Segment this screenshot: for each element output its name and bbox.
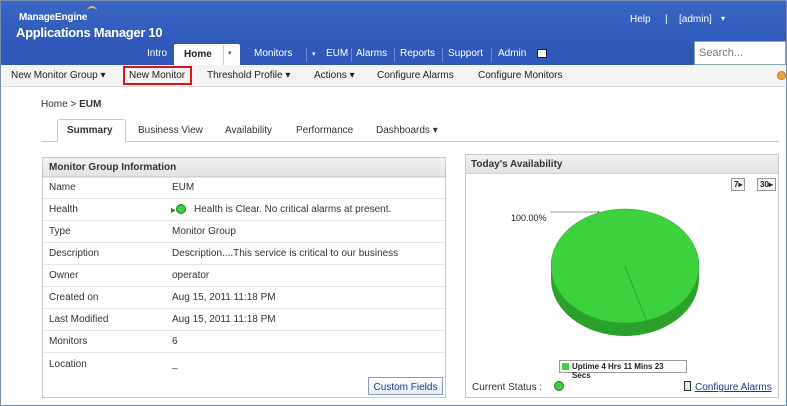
tab-divider bbox=[491, 48, 492, 62]
row-divider bbox=[43, 177, 445, 178]
tab-home-label[interactable]: Home bbox=[184, 49, 212, 60]
tab-divider bbox=[394, 48, 395, 62]
tab-divider bbox=[351, 48, 352, 62]
health-clear-icon bbox=[176, 204, 186, 214]
tab-business-view[interactable]: Business View bbox=[138, 125, 203, 136]
tab-performance[interactable]: Performance bbox=[296, 125, 353, 136]
header-divider: | bbox=[665, 14, 668, 25]
tab-eum[interactable]: EUM bbox=[326, 48, 348, 59]
field-value: Aug 15, 2011 11:18 PM bbox=[172, 292, 276, 303]
field-value: Aug 15, 2011 11:18 PM bbox=[172, 314, 276, 325]
field-value: EUM bbox=[172, 182, 195, 193]
tab-availability[interactable]: Availability bbox=[225, 125, 272, 136]
chevron-down-icon[interactable]: ▾ bbox=[721, 14, 725, 23]
user-menu[interactable]: [admin] bbox=[679, 14, 712, 25]
field-label: Name bbox=[49, 182, 76, 193]
tab-intro[interactable]: Intro bbox=[147, 48, 167, 59]
row-divider bbox=[43, 286, 445, 287]
tab-summary-label[interactable]: Summary bbox=[67, 125, 113, 136]
row-divider bbox=[43, 220, 445, 221]
custom-fields-button[interactable]: Custom Fields bbox=[368, 377, 443, 395]
period-7-label: 7 bbox=[734, 180, 739, 189]
pie-slices bbox=[550, 208, 700, 336]
alarm-config-icon[interactable] bbox=[684, 381, 691, 391]
row-divider bbox=[43, 198, 445, 199]
tab-divider bbox=[442, 48, 443, 62]
field-value: operator bbox=[172, 270, 210, 281]
tab-divider bbox=[306, 48, 307, 62]
logo-mark bbox=[87, 6, 97, 14]
new-monitor-group-menu[interactable]: New Monitor Group ▾ bbox=[11, 70, 106, 81]
search-input[interactable] bbox=[694, 41, 786, 65]
row-divider bbox=[43, 308, 445, 309]
field-label: Health bbox=[49, 204, 78, 215]
tab-admin[interactable]: Admin bbox=[498, 48, 526, 59]
breadcrumb-separator: > bbox=[70, 99, 77, 110]
row-divider bbox=[43, 352, 445, 353]
current-status-label: Current Status : bbox=[472, 382, 543, 393]
period-30-days-button[interactable]: 30▸ bbox=[757, 178, 776, 191]
status-icon[interactable] bbox=[777, 71, 786, 80]
field-label: Type bbox=[49, 226, 71, 237]
breadcrumb-home[interactable]: Home bbox=[41, 99, 68, 110]
field-value: 6 bbox=[172, 336, 178, 347]
status-up-icon bbox=[554, 381, 564, 391]
period-7-days-button[interactable]: 7▸ bbox=[731, 178, 746, 191]
field-label: Location bbox=[49, 359, 87, 370]
field-label: Monitors bbox=[49, 336, 88, 347]
help-link[interactable]: Help bbox=[630, 14, 651, 25]
configure-monitors-button[interactable]: Configure Monitors bbox=[478, 70, 562, 81]
monitor-group-panel bbox=[42, 157, 446, 398]
tab-dashboards[interactable]: Dashboards ▾ bbox=[376, 125, 438, 136]
configure-alarms-link[interactable]: Configure Alarms bbox=[695, 382, 772, 393]
breadcrumb-current: EUM bbox=[79, 99, 102, 110]
pie-data-label: 100.00% bbox=[511, 213, 547, 223]
field-label: Owner bbox=[49, 270, 79, 281]
panel-title: Monitor Group Information bbox=[49, 162, 177, 173]
chevron-down-icon[interactable]: ▾ bbox=[228, 49, 232, 57]
tab-monitors[interactable]: Monitors bbox=[254, 48, 292, 59]
row-divider bbox=[43, 330, 445, 331]
row-divider bbox=[43, 264, 445, 265]
breadcrumb: Home > EUM bbox=[41, 99, 101, 110]
logo-product: Applications Manager 10 bbox=[16, 25, 163, 40]
threshold-profile-menu[interactable]: Threshold Profile ▾ bbox=[207, 70, 290, 81]
configure-alarms-button[interactable]: Configure Alarms bbox=[377, 70, 454, 81]
chart-legend: Uptime 4 Hrs 11 Mins 23 Secs bbox=[559, 360, 687, 380]
field-value: _ bbox=[172, 359, 178, 370]
field-label: Created on bbox=[49, 292, 99, 303]
actions-menu[interactable]: Actions ▾ bbox=[314, 70, 355, 81]
field-value: Health is Clear. No critical alarms at p… bbox=[194, 204, 392, 215]
tab-divider bbox=[223, 45, 224, 65]
arrow-right-icon bbox=[171, 208, 175, 213]
row-divider bbox=[43, 242, 445, 243]
field-label: Last Modified bbox=[49, 314, 109, 325]
panel-title: Today's Availability bbox=[471, 159, 563, 170]
field-label: Description bbox=[49, 248, 100, 259]
tab-alarms[interactable]: Alarms bbox=[356, 48, 387, 59]
new-monitor-button[interactable]: New Monitor bbox=[129, 70, 185, 81]
period-30-label: 30 bbox=[760, 180, 769, 189]
tab-strip-line bbox=[41, 141, 779, 142]
tab-support[interactable]: Support bbox=[448, 48, 483, 59]
print-icon[interactable] bbox=[537, 49, 547, 58]
field-value: Description....This service is critical … bbox=[172, 248, 399, 259]
legend-swatch bbox=[562, 363, 569, 370]
field-value: Monitor Group bbox=[172, 226, 236, 237]
chevron-down-icon[interactable]: ▾ bbox=[312, 50, 316, 58]
tab-reports[interactable]: Reports bbox=[400, 48, 435, 59]
logo-company: ManageEngine bbox=[19, 12, 88, 23]
